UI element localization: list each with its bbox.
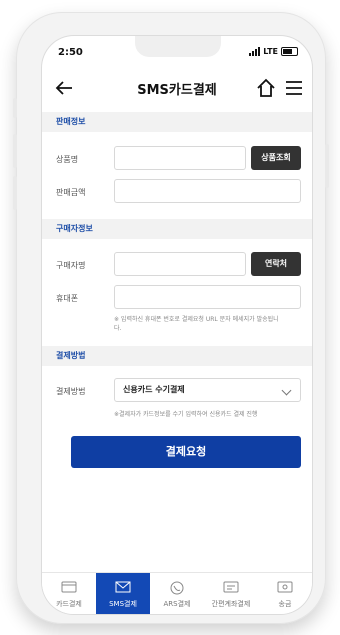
account-icon	[223, 581, 239, 593]
nav-label: 카드결제	[56, 600, 82, 608]
product-lookup-button[interactable]: 상품조회	[251, 146, 301, 170]
nav-simple-account[interactable]: 간편계좌결제	[204, 573, 258, 614]
product-name-label: 상품명	[56, 155, 79, 164]
phone-label: 휴대폰	[56, 294, 79, 303]
nav-label: 간편계좌결제	[211, 600, 251, 608]
volume-down-button	[13, 176, 17, 210]
home-button[interactable]	[254, 76, 278, 100]
phone-input[interactable]	[114, 285, 301, 309]
chevron-down-icon	[281, 385, 292, 396]
home-icon	[257, 78, 275, 97]
nav-card-payment[interactable]: 카드결제	[42, 573, 96, 614]
pay-request-button[interactable]: 결제요청	[71, 436, 301, 468]
payment-method-select[interactable]: 신용카드 수기결제	[114, 378, 301, 402]
phone-icon	[170, 581, 184, 595]
volume-up-button	[13, 134, 17, 168]
nav-label: ARS결제	[163, 600, 191, 608]
buyer-name-input[interactable]	[114, 252, 246, 276]
card-icon	[61, 581, 77, 593]
product-name-input[interactable]	[114, 146, 246, 170]
phone-note: ※ 입력하신 휴대폰 번호로 결제요청 URL 문자 메세지가 발송됩니다.	[114, 316, 279, 332]
nav-sms-payment[interactable]: SMS결제	[96, 573, 150, 614]
side-button	[13, 98, 17, 118]
network-label: LTE	[263, 47, 278, 56]
envelope-icon	[115, 581, 131, 593]
sale-amount-label: 판매금액	[56, 188, 86, 197]
buyer-name-label: 구매자명	[56, 261, 86, 270]
nav-label: SMS결제	[109, 600, 137, 608]
nav-label: 송금	[278, 600, 292, 608]
status-bar: 2:50 LTE	[42, 36, 312, 68]
nav-transfer[interactable]: 송금	[258, 573, 312, 614]
status-time: 2:50	[58, 47, 83, 58]
top-bar: SMS카드결제	[42, 68, 312, 108]
hamburger-icon	[286, 81, 302, 95]
section-sales-header: 판매정보	[42, 112, 312, 132]
sale-amount-input[interactable]	[114, 179, 301, 203]
battery-icon	[281, 47, 298, 56]
signal-icon	[249, 47, 261, 56]
status-icons: LTE	[249, 47, 298, 56]
nav-ars-payment[interactable]: ARS결제	[150, 573, 204, 614]
payment-method-value: 신용카드 수기결제	[123, 385, 185, 394]
transfer-icon	[277, 581, 293, 593]
bottom-nav: 카드결제 SMS결제 ARS결제 간편계좌결제 송금	[42, 572, 312, 614]
power-button	[325, 144, 329, 188]
payment-method-label: 결제방법	[56, 387, 86, 396]
contacts-button[interactable]: 연락처	[251, 252, 301, 276]
payment-note: ※결제자가 카드정보를 수기 입력하여 신용카드 결제 진행	[114, 411, 258, 418]
menu-button[interactable]	[282, 76, 306, 100]
screen: 2:50 LTE SMS카드결제 판매정보 상품명 상품조회 판매금액 구매자정…	[42, 36, 312, 614]
section-payment-header: 결제방법	[42, 346, 312, 366]
section-buyer-header: 구매자정보	[42, 219, 312, 239]
phone-frame: 2:50 LTE SMS카드결제 판매정보 상품명 상품조회 판매금액 구매자정…	[13, 12, 329, 624]
